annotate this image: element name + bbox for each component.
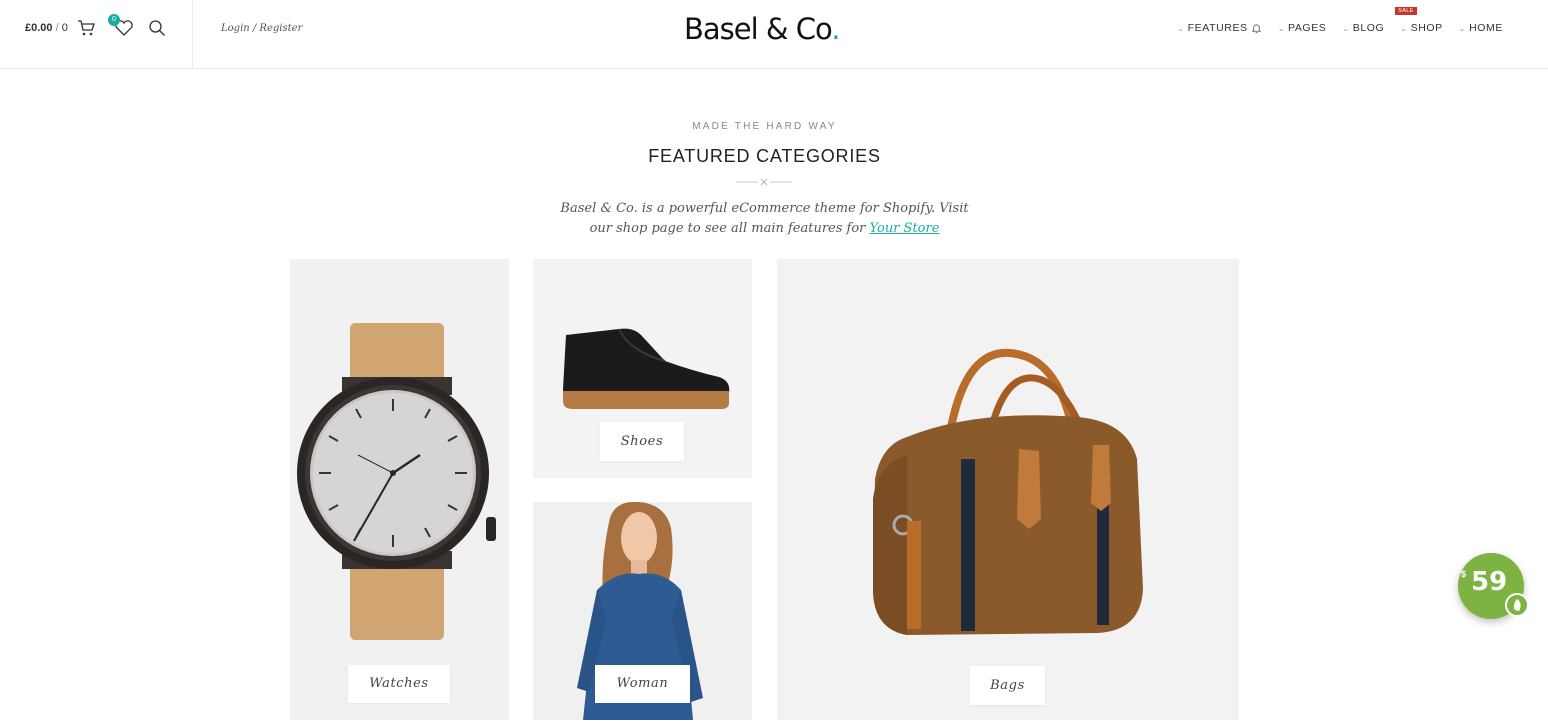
nav-item-features[interactable]: ⌄ FEATURES xyxy=(1177,22,1261,34)
chevron-down-icon: ⌄ xyxy=(1177,23,1185,33)
cart-icon[interactable] xyxy=(77,19,95,37)
main-nav: ⌄ FEATURES ⌄ PAGES ⌄ BLOG SALE ⌄ SHOP ⌄ … xyxy=(1177,7,1503,34)
promo-currency: $ xyxy=(1461,569,1467,579)
category-tile-woman[interactable]: Woman xyxy=(533,502,752,720)
header-tools: £0.00 / 0 0 xyxy=(0,0,193,69)
chevron-down-icon: ⌄ xyxy=(1277,23,1285,33)
bell-icon xyxy=(1251,23,1261,33)
logo-dot: . xyxy=(831,12,840,46)
leaf-icon xyxy=(1505,593,1529,617)
sale-badge: SALE xyxy=(1395,7,1417,15)
nav-label: SHOP xyxy=(1410,22,1443,34)
title-divider xyxy=(736,178,792,186)
section-intro: Basel & Co. is a powerful eCommerce them… xyxy=(540,199,989,239)
section-eyebrow: MADE THE HARD WAY xyxy=(692,121,837,132)
login-register-link[interactable]: Login / Register xyxy=(221,23,302,34)
your-store-link[interactable]: Your Store xyxy=(870,221,940,236)
wishlist-count-badge: 0 xyxy=(108,14,120,26)
category-label[interactable]: Bags xyxy=(970,666,1045,705)
nav-item-pages[interactable]: ⌄ PAGES xyxy=(1278,22,1327,34)
cart-total: £0.00 xyxy=(25,22,53,34)
watch-image xyxy=(297,323,496,640)
nav-item-home[interactable]: ⌄ HOME xyxy=(1459,22,1503,34)
category-label[interactable]: Woman xyxy=(595,665,690,703)
nav-label: BLOG xyxy=(1352,22,1385,34)
category-label[interactable]: Watches xyxy=(348,665,450,703)
nav-item-shop[interactable]: SALE ⌄ SHOP xyxy=(1395,7,1443,34)
category-tile-shoes[interactable]: Shoes xyxy=(533,259,752,478)
logo-text: Basel & Co xyxy=(684,12,832,46)
bag-image xyxy=(873,348,1143,635)
search-icon[interactable] xyxy=(148,19,166,37)
cart-summary[interactable]: £0.00 / 0 xyxy=(25,22,68,34)
intro-line-1: Basel & Co. is a powerful eCommerce them… xyxy=(560,201,969,216)
nav-label: PAGES xyxy=(1288,22,1327,34)
nav-label: HOME xyxy=(1469,22,1503,34)
nav-label: FEATURES xyxy=(1187,22,1248,34)
promo-price: 59 xyxy=(1471,567,1508,597)
category-tile-bags[interactable]: Bags xyxy=(777,259,1239,720)
site-logo[interactable]: Basel & Co. xyxy=(684,12,840,46)
category-tile-watches[interactable]: Watches xyxy=(290,259,509,720)
nav-item-blog[interactable]: ⌄ BLOG xyxy=(1342,22,1384,34)
chevron-down-icon: ⌄ xyxy=(1458,23,1467,33)
category-label[interactable]: Shoes xyxy=(600,422,684,461)
cart-separator: / xyxy=(55,22,59,34)
intro-line-2-text: our shop page to see all main features f… xyxy=(589,221,866,236)
intro-line-2: our shop page to see all main features f… xyxy=(540,219,989,239)
site-header: £0.00 / 0 0 Login / Register Basel & Co.… xyxy=(0,0,1548,69)
chevron-down-icon: ⌄ xyxy=(1400,23,1408,33)
section-title: FEATURED CATEGORIES xyxy=(648,146,881,166)
chevron-down-icon: ⌄ xyxy=(1342,23,1350,33)
cart-count: 0 xyxy=(61,22,68,34)
